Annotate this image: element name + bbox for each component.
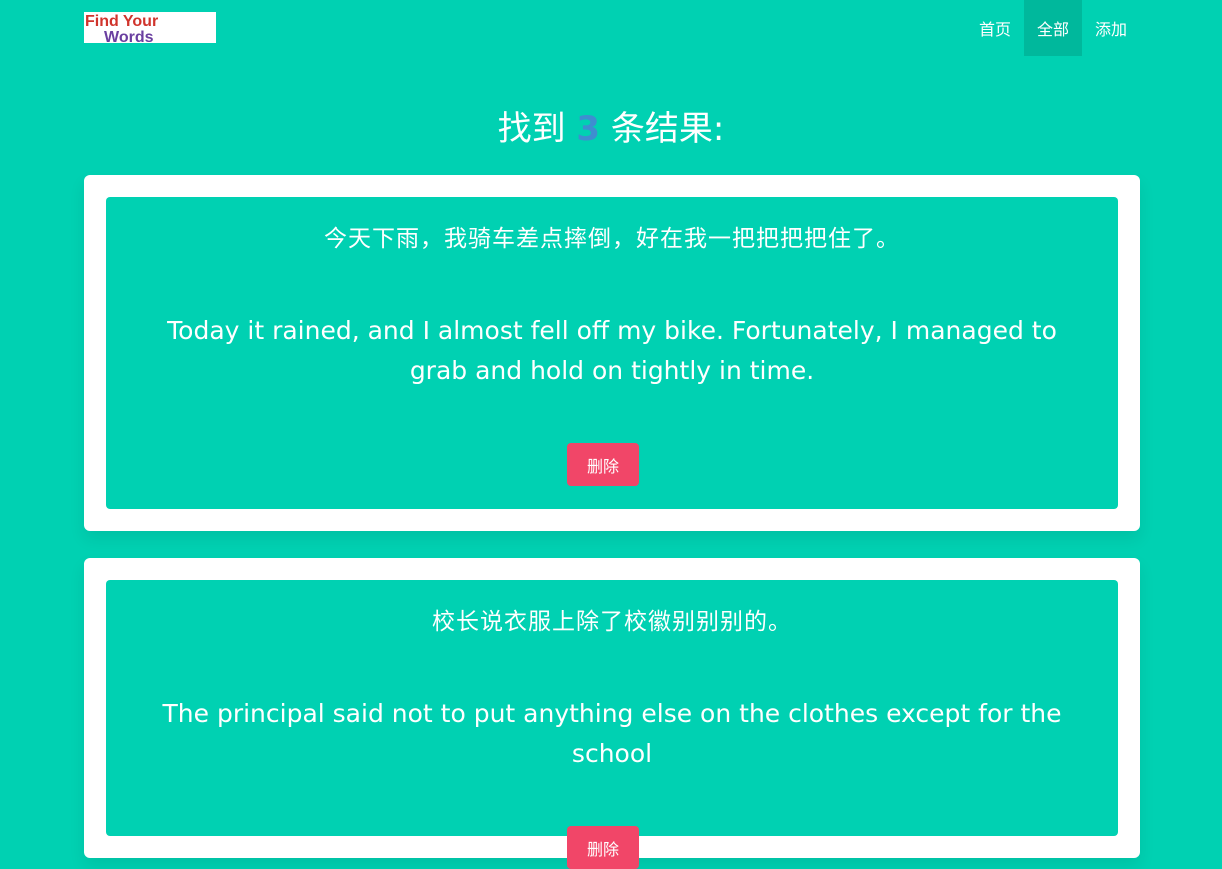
find-your-words-logo[interactable]: Find Your Words <box>84 12 216 43</box>
delete-button[interactable]: 删除 <box>567 826 639 869</box>
chinese-sentence: 今天下雨，我骑车差点摔倒，好在我一把把把把住了。 <box>324 226 900 252</box>
nav-item-all[interactable]: 全部 <box>1023 0 1082 56</box>
logo-graphic: Find Your Words <box>85 13 158 43</box>
results-suffix: 条结果: <box>610 109 725 149</box>
results-count: 3 <box>576 109 601 149</box>
result-card: 今天下雨，我骑车差点摔倒，好在我一把把把把住了。 Today it rained… <box>84 175 1140 531</box>
result-card: 校长说衣服上除了校徽别别别的。 The principal said not t… <box>84 558 1140 869</box>
svg-text:Words: Words <box>104 29 154 43</box>
result-card-body: 今天下雨，我骑车差点摔倒，好在我一把把把把住了。 Today it rained… <box>106 197 1118 509</box>
nav-menu: 首页 全部 添加 <box>966 0 1140 56</box>
nav-item-add[interactable]: 添加 <box>1082 0 1140 56</box>
results-heading: 找到 3 条结果: <box>0 104 1222 154</box>
english-translation: The principal said not to put anything e… <box>162 699 1062 768</box>
nav-item-home[interactable]: 首页 <box>966 0 1024 56</box>
navbar: Find Your Words 首页 全部 添加 <box>0 0 1222 56</box>
result-card-body: 校长说衣服上除了校徽别别别的。 The principal said not t… <box>106 580 1118 869</box>
svg-text:Find Your: Find Your <box>85 13 158 30</box>
delete-button[interactable]: 删除 <box>567 443 639 486</box>
results-prefix: 找到 <box>497 109 566 149</box>
chinese-sentence: 校长说衣服上除了校徽别别别的。 <box>432 609 792 635</box>
english-translation: Today it rained, and I almost fell off m… <box>167 316 1057 385</box>
